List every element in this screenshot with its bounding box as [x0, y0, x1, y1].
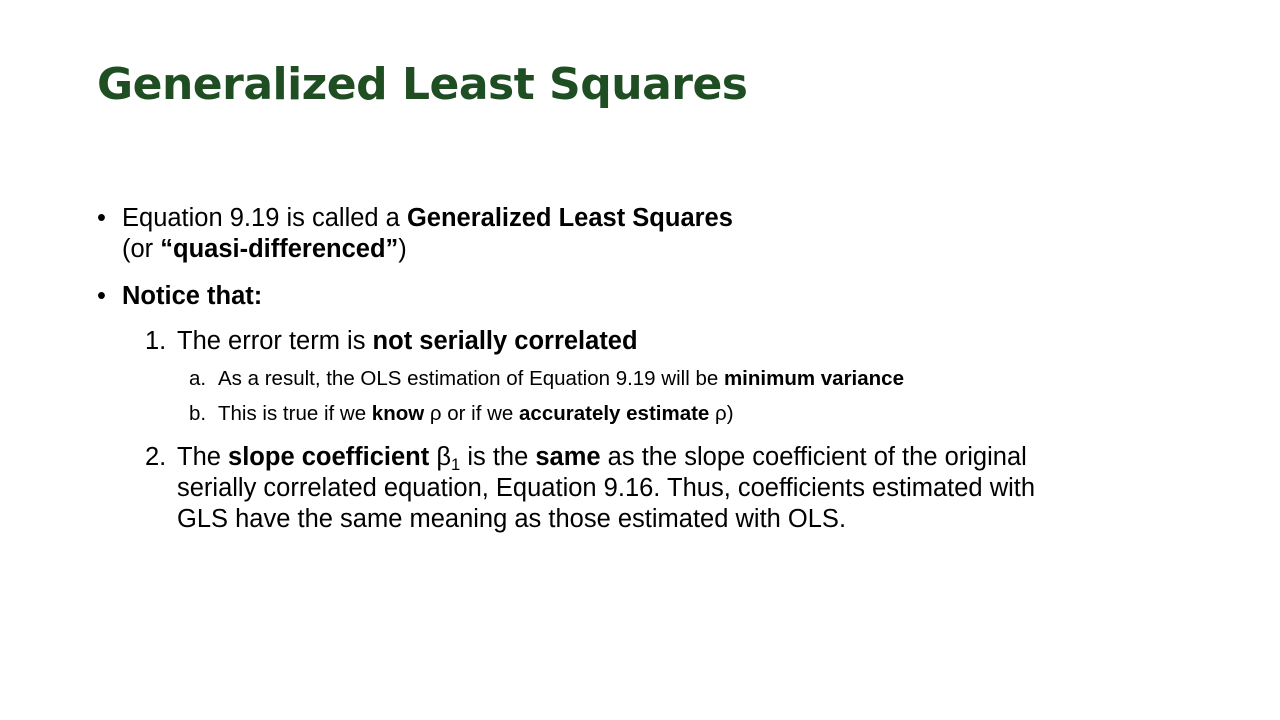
- letter-marker: a.: [189, 367, 207, 390]
- text-run: This is true if we: [218, 402, 372, 425]
- numbered-line-1: The slope coefficient β1 is the same as …: [177, 442, 1035, 473]
- bullet-text: Equation 9.19 is called a Generalized Le…: [122, 203, 733, 265]
- bold-text: Notice that:: [122, 282, 263, 310]
- text-run: The: [177, 443, 229, 471]
- slide-title: Generalized Least Squares: [97, 59, 748, 110]
- slide: Generalized Least Squares • Equation 9.1…: [0, 0, 1280, 720]
- text-run: (or: [122, 235, 161, 263]
- numbered-text: The slope coefficient β1 is the same as …: [177, 442, 1035, 535]
- text-run: As a result, the OLS estimation of Equat…: [218, 367, 724, 390]
- text-run: ρ): [709, 402, 734, 425]
- text-run: ): [398, 235, 407, 263]
- bold-text: minimum variance: [723, 367, 904, 390]
- bold-text: “quasi-differenced”: [160, 235, 399, 263]
- bold-text: not serially correlated: [372, 327, 638, 355]
- numbered-line-2: serially correlated equation, Equation 9…: [177, 474, 1036, 502]
- text-run: The error term is: [177, 327, 373, 355]
- numbered-text: The error term is not serially correlate…: [177, 326, 638, 357]
- bullet-text: Notice that:: [122, 281, 262, 312]
- bullet-marker: •: [97, 282, 106, 310]
- bold-text: Generalized Least Squares: [406, 204, 733, 232]
- text-run: is the: [460, 443, 536, 471]
- number-marker: 1.: [145, 327, 167, 355]
- bold-text: accurately estimate: [519, 402, 710, 425]
- numbered-line-3: GLS have the same meaning as those estim…: [177, 505, 847, 533]
- text-run: Equation 9.19 is called a: [122, 204, 407, 232]
- sub-item-text: As a result, the OLS estimation of Equat…: [218, 366, 904, 392]
- bullet-line-2: (or “quasi-differenced”): [122, 234, 733, 265]
- sub-item-text: This is true if we know ρ or if we accur…: [218, 401, 734, 427]
- bullet-line-1: Equation 9.19 is called a Generalized Le…: [122, 203, 733, 234]
- bullet-marker: •: [97, 204, 106, 232]
- text-run: ρ or if we: [424, 402, 520, 425]
- bold-text: know: [371, 402, 425, 425]
- text-run: as the slope coefficient of the original: [600, 443, 1027, 471]
- bold-text: slope coefficient: [228, 443, 430, 471]
- bold-text: same: [535, 443, 601, 471]
- subscript: 1: [451, 454, 461, 474]
- number-marker: 2.: [145, 443, 167, 471]
- text-run: β: [429, 443, 452, 471]
- letter-marker: b.: [189, 402, 207, 425]
